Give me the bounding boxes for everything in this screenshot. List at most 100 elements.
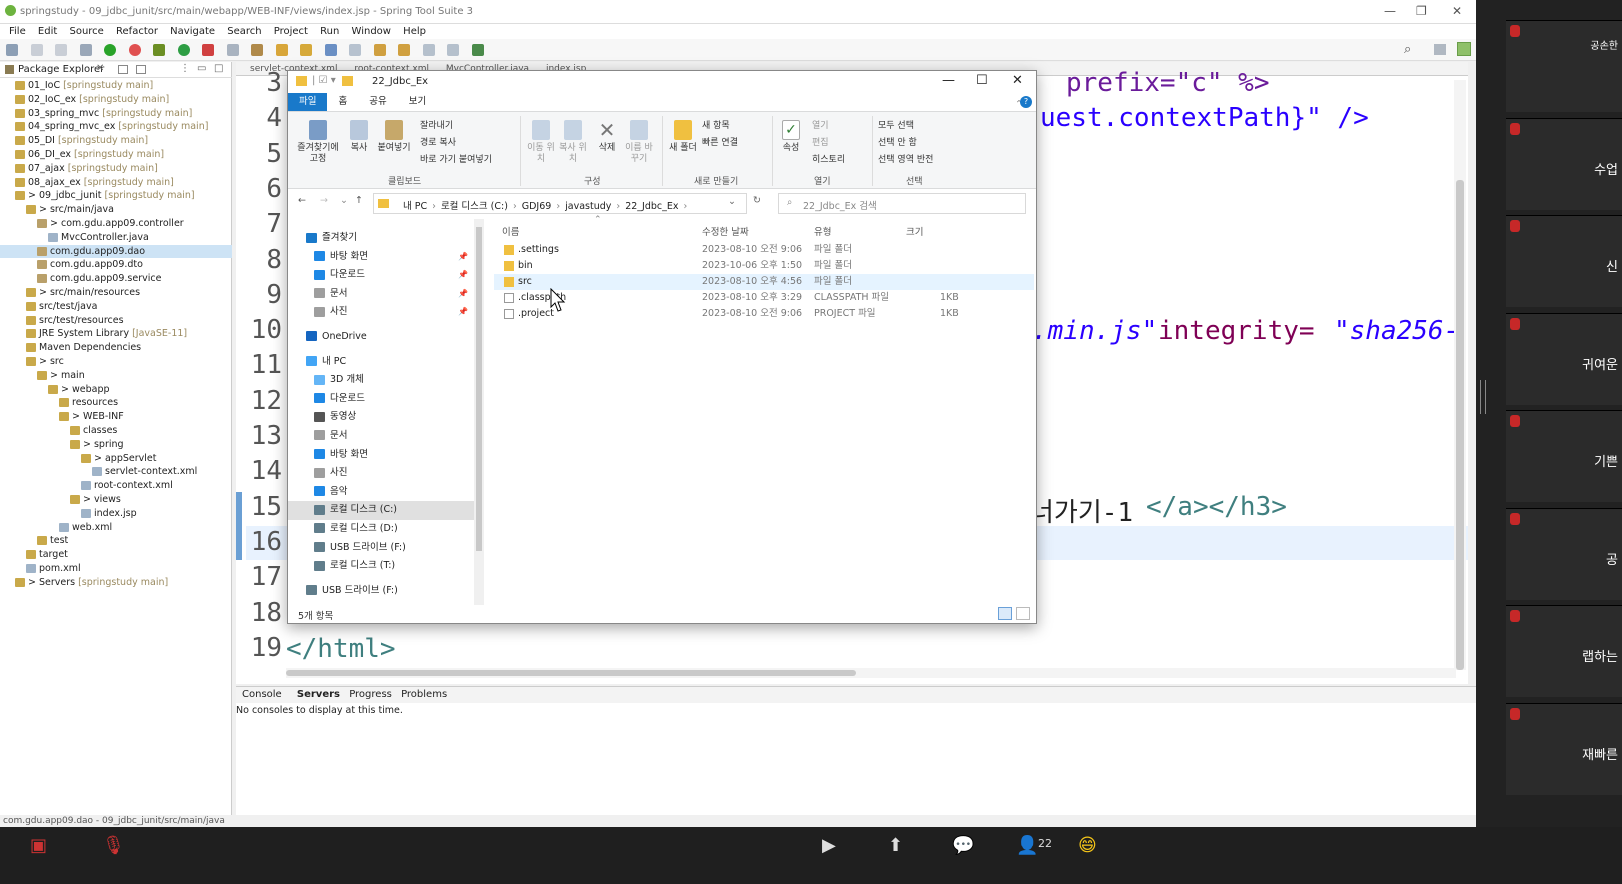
server-icon[interactable]	[226, 44, 239, 56]
restore-icon[interactable]: ❐	[1416, 4, 1427, 18]
tree-item[interactable]: com.gdu.app09.service	[0, 272, 232, 286]
open-button[interactable]: 열기	[812, 118, 829, 131]
code-line-3[interactable]: prefix="c" %>	[1066, 68, 1270, 98]
tab-progress[interactable]: Progress	[349, 687, 392, 703]
debug-icon[interactable]	[153, 44, 165, 56]
reactions-icon[interactable]: 😄	[1078, 835, 1097, 856]
nav-item[interactable]: 음악	[288, 483, 474, 502]
tree-item[interactable]: > 09_jdbc_junit [springstudy main]	[0, 189, 232, 203]
run-icon[interactable]	[177, 44, 190, 56]
select-none-button[interactable]: 선택 안 함	[878, 135, 917, 148]
up-arrow-icon[interactable]: ↑	[355, 195, 363, 206]
nav-item[interactable]: 바탕 화면 📌	[288, 248, 474, 267]
tree-item[interactable]: > Servers [springstudy main]	[0, 576, 232, 590]
invert-selection-button[interactable]: 선택 영역 반전	[878, 152, 933, 165]
history-button[interactable]: 히스토리	[812, 152, 845, 165]
address-dropdown-icon[interactable]: ⌄	[728, 196, 736, 207]
new-icon[interactable]	[6, 44, 18, 56]
breadcrumb-separator-icon[interactable]: ›	[556, 201, 560, 212]
help-icon[interactable]: ?	[1020, 96, 1032, 108]
paste-shortcut-button[interactable]: 바로 가기 붙여넣기	[420, 152, 492, 165]
maximize-view-icon[interactable]: □	[214, 63, 223, 74]
nav-item[interactable]: 사진 📌	[288, 303, 474, 322]
youtube-icon[interactable]: ▶	[822, 835, 836, 856]
code-line-10-attr[interactable]: integrity=	[1158, 316, 1315, 346]
new-item-button[interactable]: 새 항목	[702, 118, 730, 131]
tree-item[interactable]: 04_spring_mvc_ex [springstudy main]	[0, 120, 232, 134]
share-screen-icon[interactable]: ⬆	[888, 835, 903, 856]
participant-tile[interactable]: 기쁜	[1506, 410, 1622, 502]
tree-item[interactable]: JRE System Library [JavaSE-11]	[0, 327, 232, 341]
editor-vertical-scrollbar[interactable]	[1454, 80, 1466, 670]
cut-button[interactable]: 잘라내기	[420, 118, 453, 131]
participant-tile[interactable]: 수업	[1506, 117, 1622, 210]
column-name[interactable]: 이름	[502, 224, 519, 238]
file-row[interactable]: bin 2023-10-06 오후 1:50 파일 폴더	[494, 258, 1034, 274]
tree-item[interactable]: 06_DI_ex [springstudy main]	[0, 148, 232, 162]
tree-item[interactable]: Maven Dependencies	[0, 341, 232, 355]
nav-item[interactable]: 로컬 디스크 (T:)	[288, 557, 474, 576]
menu-source[interactable]: Source	[69, 24, 103, 39]
tree-item[interactable]: > main	[0, 369, 232, 383]
tree-item[interactable]: > spring	[0, 438, 232, 452]
video-off-icon[interactable]: ▣	[30, 835, 47, 856]
copy-path-button[interactable]: 경로 복사	[420, 135, 456, 148]
move-to-button[interactable]: 이동 위치	[526, 120, 556, 165]
tree-item[interactable]: target	[0, 548, 232, 562]
participant-tile[interactable]: 재빠른	[1506, 702, 1622, 795]
annotation-icon[interactable]	[349, 44, 361, 56]
maximize-icon[interactable]: ☐	[976, 73, 988, 88]
collapse-all-icon[interactable]	[118, 65, 128, 74]
delete-button[interactable]: ✕ 삭제	[594, 120, 620, 154]
package-explorer-tab[interactable]: Package Explorer ✕ ⋮ ▭ □	[0, 62, 232, 78]
nav-item[interactable]: OneDrive	[288, 328, 474, 347]
menu-window[interactable]: Window	[352, 24, 391, 39]
file-row[interactable]: .classpath 2023-08-10 오후 3:29 CLASSPATH 파일…	[494, 290, 1034, 306]
large-icons-view-icon[interactable]	[1016, 607, 1030, 620]
breadcrumb-separator-icon[interactable]: ›	[432, 201, 436, 212]
perspective-icon[interactable]	[1434, 44, 1446, 55]
save-icon[interactable]	[30, 44, 43, 56]
refresh-icon[interactable]: ↻	[753, 195, 761, 206]
tree-item[interactable]: root-context.xml	[0, 479, 232, 493]
tree-item[interactable]: > appServlet	[0, 452, 232, 466]
minimize-icon[interactable]: —	[942, 73, 955, 88]
file-row[interactable]: .settings 2023-08-10 오전 9:06 파일 폴더	[494, 242, 1034, 258]
pin-icon[interactable]: 📌	[458, 248, 468, 267]
nav-item[interactable]: 내 PC	[288, 353, 474, 372]
nav-item[interactable]: 로컬 디스크 (D:)	[288, 520, 474, 539]
close-icon[interactable]: ✕	[1012, 73, 1023, 88]
participant-tile[interactable]: 공손한	[1506, 20, 1622, 112]
tree-item[interactable]: com.gdu.app09.dto	[0, 258, 232, 272]
tree-item[interactable]: index.jsp	[0, 507, 232, 521]
nav-scrollbar[interactable]	[474, 219, 484, 605]
address-bar[interactable]: 내 PC › 로컬 디스크 (C:) › GDJ69 › javastudy › 22_Jdbc…	[373, 193, 747, 214]
tab-home[interactable]: 홈	[327, 93, 358, 111]
mic-muted-icon[interactable]: 🎙	[102, 835, 125, 856]
menu-refactor[interactable]: Refactor	[116, 24, 158, 39]
forward-icon[interactable]	[447, 44, 459, 56]
tree-item[interactable]: > views	[0, 493, 232, 507]
participant-tile[interactable]: 신	[1506, 215, 1622, 307]
back-icon[interactable]	[422, 44, 435, 56]
tree-item[interactable]: src/test/java	[0, 300, 232, 314]
tab-console[interactable]: Console	[242, 687, 282, 703]
rename-button[interactable]: 이름 바꾸기	[624, 120, 654, 165]
tree-item[interactable]: 01_IoC [springstudy main]	[0, 79, 232, 93]
edit-button[interactable]: 편집	[812, 135, 829, 148]
participant-tile[interactable]: 랩하는	[1506, 605, 1622, 697]
pin-icon[interactable]: 📌	[458, 285, 468, 304]
paste-button[interactable]: 붙여넣기	[374, 120, 414, 154]
tree-item[interactable]: 08_ajax_ex [springstudy main]	[0, 176, 232, 190]
code-line-10-src[interactable]: .min.js"	[1032, 316, 1157, 346]
tab-file[interactable]: 파일	[288, 93, 328, 111]
breadcrumb-item[interactable]: javastudy	[565, 201, 611, 212]
breadcrumb-separator-icon[interactable]: ›	[616, 201, 620, 212]
print-icon[interactable]	[79, 44, 92, 56]
editor-horizontal-scrollbar[interactable]	[286, 668, 1456, 678]
breadcrumb-separator-icon[interactable]: ›	[684, 201, 688, 212]
back-arrow-icon[interactable]: ←	[298, 195, 306, 206]
close-tab-icon[interactable]: ✕	[96, 63, 104, 74]
tree-item[interactable]: > webapp	[0, 383, 232, 397]
column-type[interactable]: 유형	[814, 224, 831, 238]
